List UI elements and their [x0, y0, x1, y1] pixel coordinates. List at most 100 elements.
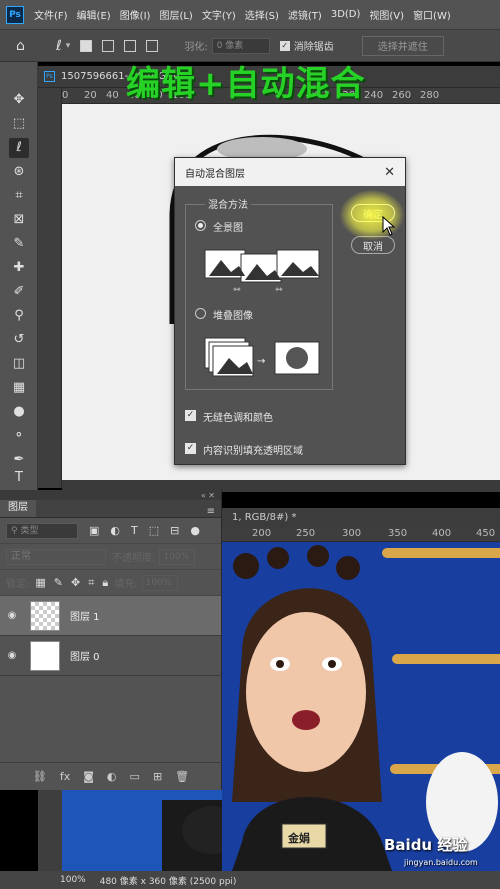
eraser-tool-icon[interactable]: ◫ [9, 354, 29, 374]
close-icon[interactable]: ✕ [384, 165, 395, 180]
panel-collapse-bar[interactable]: « ✕ [0, 490, 221, 500]
antialias-label: 消除锯齿 [293, 42, 334, 53]
second-document-tab[interactable]: 1, RGB/8#) * [222, 508, 500, 528]
menu-edit[interactable]: 编辑(E) [77, 7, 111, 22]
link-layers-icon[interactable]: ⛓ [33, 770, 47, 783]
opacity-label: 不透明度: [112, 553, 156, 564]
lasso-tool-icon[interactable]: ℓ [9, 138, 29, 158]
tab-layers[interactable]: 图层 [0, 500, 36, 517]
menu-bar: Ps 文件(F) 编辑(E) 图像(I) 图层(L) 文字(Y) 选择(S) 滤… [0, 0, 500, 30]
home-icon[interactable]: ⌂ [16, 38, 38, 54]
blur-tool-icon[interactable]: ● [9, 402, 29, 422]
new-selection-icon[interactable] [80, 39, 93, 52]
seamless-tones-label: 无缝色调和颜色 [203, 413, 273, 424]
lock-position-icon[interactable]: ✥ [71, 576, 80, 589]
blend-method-label: 混合方法 [205, 196, 251, 211]
status-bar: 100% 480 像素 x 360 像素 (2500 ppi) [0, 871, 500, 889]
menu-filter[interactable]: 滤镜(T) [288, 7, 322, 22]
lock-all-icon[interactable]: 🔒︎ [102, 576, 108, 590]
menu-view[interactable]: 视图(V) [369, 7, 404, 22]
menu-select[interactable]: 选择(S) [245, 7, 279, 22]
marquee-tool-icon[interactable]: ⬚ [9, 114, 29, 134]
blend-opacity-row: 正常 不透明度: 100% [0, 544, 221, 570]
layer-thumbnail [30, 600, 60, 631]
frame-tool-icon[interactable]: ⊠ [9, 210, 29, 230]
quick-select-tool-icon[interactable]: ⊛ [9, 162, 29, 182]
photo-canvas[interactable]: 金娟 [222, 542, 500, 871]
subtract-selection-icon[interactable] [124, 39, 137, 52]
pixel-filter-icon[interactable]: ▣ [89, 524, 99, 537]
type-filter-icon[interactable]: T [131, 524, 138, 537]
layer-name: 图层 0 [70, 652, 100, 663]
clone-stamp-tool-icon[interactable]: ⚲ [9, 306, 29, 326]
auto-blend-layers-dialog: 自动混合图层 ✕ 混合方法 全景图 ⇿ ⇿ 堆叠图像 → ✓ 无缝色调和颜色 ✓… [174, 157, 406, 465]
adjustment-layer-icon[interactable]: ◐ [107, 770, 117, 783]
pen-tool-icon[interactable]: ✒ [9, 450, 29, 470]
shape-filter-icon[interactable]: ⬚ [149, 524, 159, 537]
ruler-tick-label: 0 [62, 90, 69, 101]
fill-label: 填充: [114, 579, 138, 590]
type-tool-icon[interactable]: T [9, 468, 29, 488]
chevron-down-icon[interactable]: ▾ [66, 41, 71, 51]
crop-tool-icon[interactable]: ⌗ [9, 186, 29, 206]
dialog-titlebar: 自动混合图层 ✕ [175, 158, 405, 186]
healing-brush-tool-icon[interactable]: ✚ [9, 258, 29, 278]
lasso-tool-icon[interactable]: ℓ [56, 38, 62, 54]
layer-thumbnail [30, 640, 60, 671]
filter-toggle-icon[interactable]: ● [190, 524, 200, 537]
add-mask-icon[interactable]: ◙ [83, 770, 94, 783]
document-icon: Ps [44, 71, 55, 82]
move-tool-icon[interactable]: ✥ [9, 90, 29, 110]
lock-transparency-icon[interactable]: ▦ [35, 576, 45, 589]
lock-pixels-icon[interactable]: ✎ [54, 576, 63, 589]
adjustment-filter-icon[interactable]: ◐ [110, 524, 120, 537]
layer-style-icon[interactable]: fx [60, 770, 70, 783]
new-layer-icon[interactable]: ⊞ [153, 770, 162, 783]
dodge-tool-icon[interactable]: ⚬ [9, 426, 29, 446]
ruler-tick-label: 300 [342, 528, 362, 539]
menu-image[interactable]: 图像(I) [120, 7, 151, 22]
eyedropper-tool-icon[interactable]: ✎ [9, 234, 29, 254]
svg-text:⇿: ⇿ [233, 285, 241, 294]
second-horizontal-ruler: 200 250 300 350 400 450 [222, 528, 500, 542]
gradient-tool-icon[interactable]: ▦ [9, 378, 29, 398]
menu-layer[interactable]: 图层(L) [159, 7, 192, 22]
ruler-tick-label: 350 [388, 528, 408, 539]
menu-file[interactable]: 文件(F) [34, 7, 68, 22]
menu-window[interactable]: 窗口(W) [413, 7, 451, 22]
panel-menu-icon[interactable]: ≡ [207, 506, 215, 517]
menu-type[interactable]: 文字(Y) [202, 7, 236, 22]
smart-object-filter-icon[interactable]: ⊟ [170, 524, 179, 537]
menu-3d[interactable]: 3D(D) [331, 9, 361, 20]
feather-input[interactable]: 0 像素 [211, 37, 270, 54]
zoom-level[interactable]: 100% [60, 875, 86, 885]
layer-filter-input[interactable]: ⚲ 类型 [6, 522, 78, 539]
add-to-selection-icon[interactable] [102, 39, 115, 52]
lock-artboard-icon[interactable]: ⌗ [88, 576, 94, 590]
layer-row[interactable]: ◉ 图层 1 [0, 596, 221, 636]
blend-mode-select[interactable]: 正常 [6, 548, 106, 565]
lower-photo-canvas[interactable] [62, 790, 222, 871]
intersect-selection-icon[interactable] [146, 39, 159, 52]
fill-input[interactable]: 100% [141, 574, 178, 591]
stack-images-radio[interactable] [195, 308, 206, 319]
history-brush-tool-icon[interactable]: ↺ [9, 330, 29, 350]
document-info: 480 像素 x 360 像素 (2500 ppi) [99, 876, 237, 887]
eye-icon[interactable]: ◉ [0, 650, 24, 661]
trash-icon[interactable]: 🗑︎ [175, 770, 189, 783]
opacity-input[interactable]: 100% [159, 548, 196, 565]
seamless-tones-checkbox[interactable]: ✓ [185, 410, 196, 421]
content-aware-fill-checkbox[interactable]: ✓ [185, 443, 196, 454]
select-and-mask-button[interactable]: 选择并遮住 [361, 35, 444, 56]
antialias-checkbox[interactable]: ✓ [279, 40, 290, 51]
lower-vertical-ruler [38, 790, 62, 871]
panorama-label: 全景图 [213, 223, 243, 234]
panorama-radio[interactable] [195, 220, 206, 231]
cancel-button[interactable]: 取消 [351, 236, 395, 254]
eye-icon[interactable]: ◉ [0, 610, 24, 621]
new-group-icon[interactable]: ▭ [130, 770, 140, 783]
name-tag-text: 金娟 [288, 832, 310, 845]
ruler-tick-label: 40 [106, 90, 119, 101]
brush-tool-icon[interactable]: ✐ [9, 282, 29, 302]
layer-row[interactable]: ◉ 图层 0 [0, 636, 221, 676]
